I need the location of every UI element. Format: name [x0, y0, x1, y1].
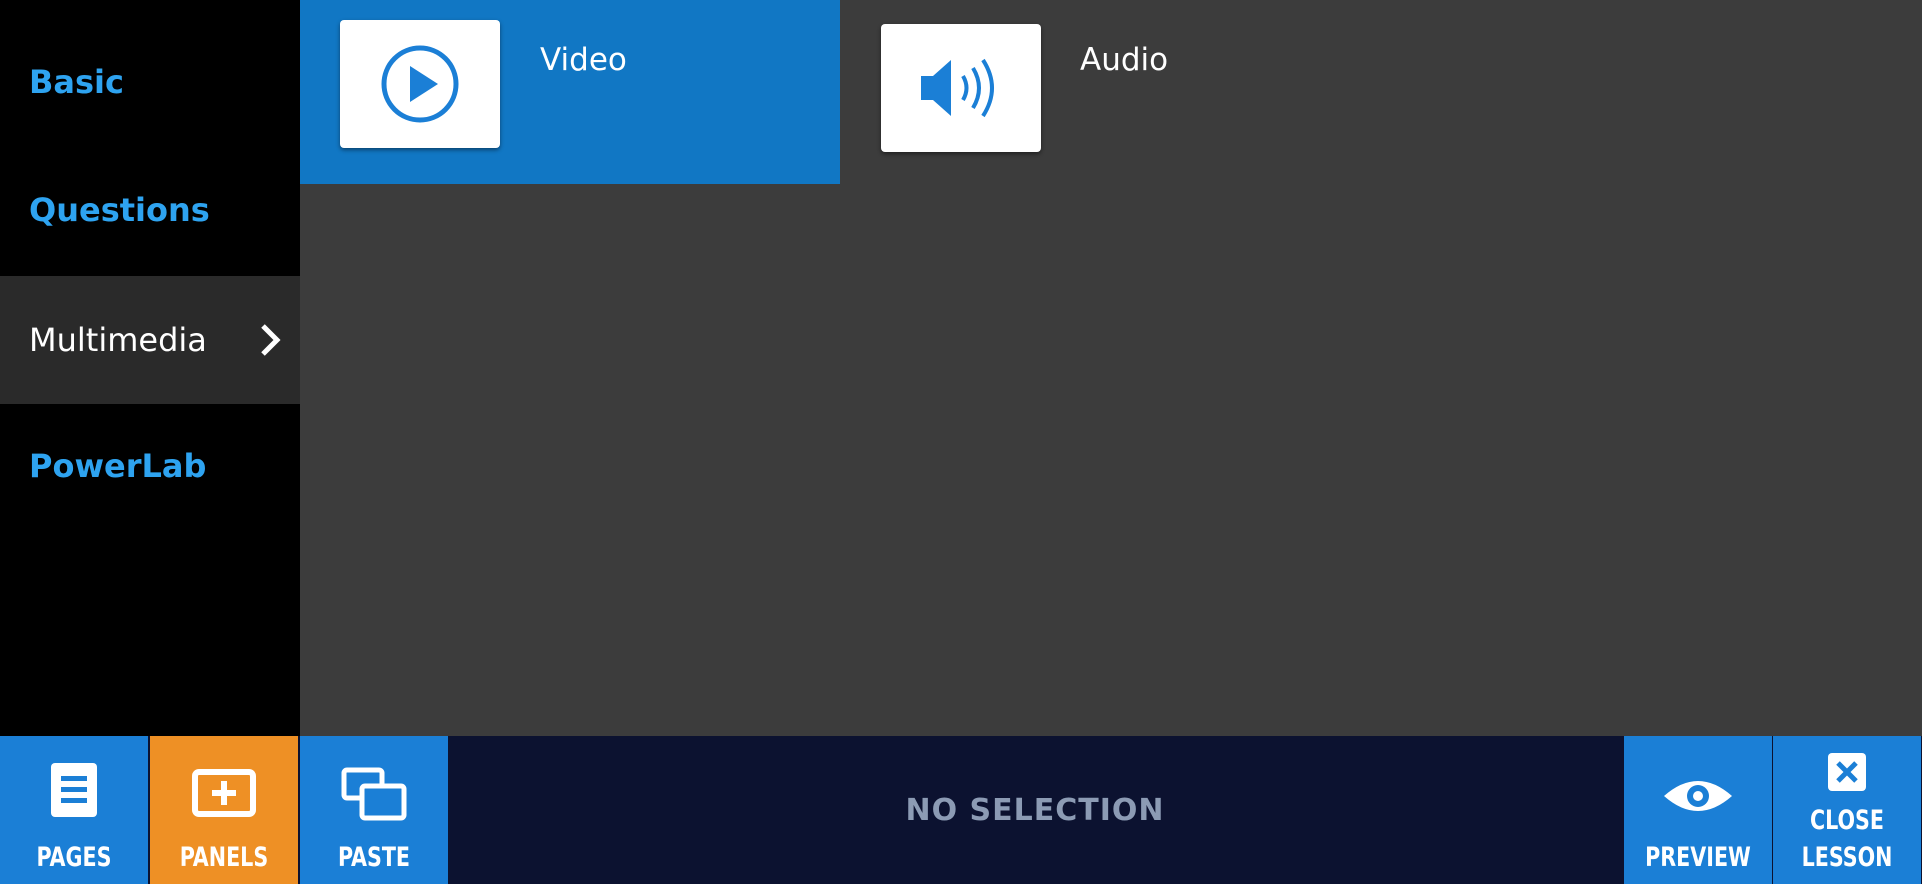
- panels-label: PANELS: [179, 842, 269, 873]
- paste-button[interactable]: PASTE: [300, 736, 448, 884]
- eye-icon: [1664, 781, 1732, 811]
- sidebar-item-powerlab[interactable]: PowerLab: [0, 402, 300, 530]
- preview-button[interactable]: PREVIEW: [1624, 736, 1772, 884]
- panel-tile-label: Audio: [1080, 42, 1169, 78]
- play-icon: [381, 45, 459, 123]
- close-lesson-label: CLOSE LESSON: [1784, 802, 1910, 876]
- page-icon: [51, 763, 97, 817]
- sidebar-item-multimedia[interactable]: Multimedia: [0, 276, 300, 404]
- sidebar-item-label: PowerLab: [29, 447, 207, 485]
- selection-status: NO SELECTION: [905, 792, 1165, 828]
- audio-thumbnail: [881, 24, 1041, 152]
- panel-tile-label: Video: [540, 42, 627, 78]
- close-lesson-label-line1: CLOSE: [1809, 805, 1885, 836]
- close-lesson-label-line2: LESSON: [1801, 842, 1893, 873]
- video-thumbnail: [340, 20, 500, 148]
- paste-label: PASTE: [337, 842, 411, 873]
- pages-label: PAGES: [36, 842, 112, 873]
- sidebar-item-basic[interactable]: Basic: [0, 18, 300, 146]
- category-sidebar: Basic Questions Multimedia PowerLab: [0, 0, 300, 736]
- sidebar-item-label: Questions: [29, 191, 210, 229]
- pages-button[interactable]: PAGES: [0, 736, 148, 884]
- panel-tile-video[interactable]: Video: [300, 0, 840, 184]
- add-panel-icon: [192, 769, 256, 817]
- bottom-toolbar: PAGES PANELS PASTE NO SELECTION PREVIEW …: [0, 736, 1922, 884]
- chevron-right-icon: [261, 324, 281, 356]
- speaker-icon: [921, 58, 994, 118]
- sidebar-item-label: Multimedia: [29, 321, 207, 359]
- sidebar-item-questions[interactable]: Questions: [0, 146, 300, 274]
- panel-tile-audio[interactable]: Audio: [840, 0, 1380, 184]
- paste-icon: [341, 767, 407, 821]
- preview-label: PREVIEW: [1645, 842, 1751, 873]
- panel-library: Video Audio: [300, 0, 1922, 736]
- app-window: Basic Questions Multimedia PowerLab Vide…: [0, 0, 1922, 884]
- sidebar-item-label: Basic: [29, 63, 124, 101]
- close-icon: [1828, 753, 1866, 791]
- close-lesson-button[interactable]: CLOSE LESSON: [1773, 736, 1921, 884]
- panels-button[interactable]: PANELS: [150, 736, 298, 884]
